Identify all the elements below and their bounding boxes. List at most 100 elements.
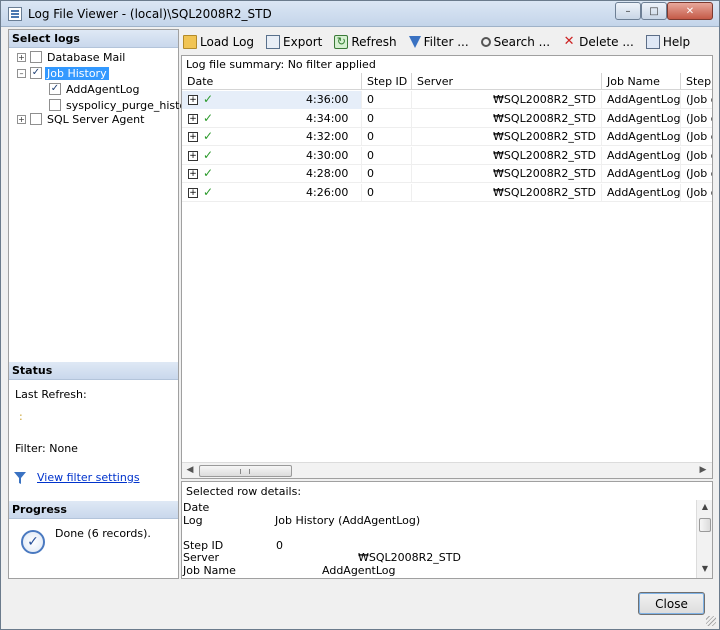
- table-row[interactable]: + ✓ 4:36:00 0 ₩SQL2008R2_STD AddAgentLog (Job …: [182, 91, 712, 109]
- job-name-cell: AddAgentLog: [602, 109, 681, 128]
- date-cell: + ✓ 4:34:00: [182, 109, 362, 128]
- tree-item-sql-server-agent[interactable]: + SQL Server Agent: [17, 111, 146, 127]
- step-cell: (Job o: [681, 147, 712, 165]
- expand-icon[interactable]: +: [17, 52, 26, 62]
- step-id-cell: 0: [362, 91, 412, 109]
- refresh-button[interactable]: ↻ Refresh: [332, 34, 398, 50]
- sql-server-agent-checkbox[interactable]: [30, 113, 42, 125]
- close-button[interactable]: Close: [638, 592, 705, 615]
- tree-item-job-history[interactable]: – ✓ Job History: [17, 65, 109, 81]
- tree-item-label: AddAgentLog: [66, 82, 140, 96]
- scroll-right-icon[interactable]: ▶: [696, 465, 710, 477]
- minimize-icon: –: [625, 5, 631, 17]
- help-icon: [645, 35, 660, 49]
- refresh-icon: ↻: [334, 35, 349, 49]
- step-id-cell: 0: [362, 128, 412, 146]
- horizontal-scrollbar[interactable]: ◀ ▶: [182, 462, 712, 478]
- scroll-down-icon[interactable]: ▼: [699, 564, 711, 576]
- close-icon: ✕: [685, 5, 695, 17]
- row-time: 4:34:00: [306, 111, 349, 125]
- load-log-button[interactable]: Load Log: [181, 34, 256, 50]
- resize-grip[interactable]: [706, 616, 716, 626]
- vertical-scroll-thumb[interactable]: [699, 518, 711, 532]
- row-expand-icon[interactable]: +: [188, 169, 198, 179]
- progress-header: Progress: [9, 501, 178, 519]
- row-expand-icon[interactable]: +: [188, 187, 198, 198]
- view-filter-settings-link[interactable]: View filter settings: [37, 471, 140, 484]
- step-id-cell: 0: [362, 146, 412, 165]
- step-id-cell: 0: [362, 183, 412, 202]
- title-bar[interactable]: Log File Viewer - (local)\SQL2008R2_STD …: [1, 1, 719, 27]
- last-refresh-value: :: [19, 410, 23, 423]
- row-expand-icon[interactable]: +: [188, 150, 198, 161]
- filter-button[interactable]: Filter ...: [407, 34, 471, 50]
- success-check-icon: ✓: [203, 184, 214, 199]
- table-row[interactable]: + ✓ 4:28:00 0 ₩SQL2008R2_STD AddAgentLog (Job …: [182, 165, 712, 183]
- delete-button[interactable]: ✕ Delete ...: [560, 34, 636, 50]
- load-log-label: Load Log: [200, 35, 255, 49]
- search-button[interactable]: Search ...: [479, 34, 552, 50]
- success-check-icon: ✓: [203, 147, 214, 162]
- table-row[interactable]: + ✓ 4:26:00 0 ₩SQL2008R2_STD AddAgentLog (Job …: [182, 183, 712, 202]
- row-time: 4:28:00: [306, 167, 349, 180]
- details-server-label: Server: [183, 551, 220, 564]
- row-expand-icon[interactable]: +: [188, 95, 198, 105]
- date-cell: + ✓ 4:32:00: [182, 128, 362, 146]
- export-button[interactable]: Export: [264, 34, 324, 50]
- window-title: Log File Viewer - (local)\SQL2008R2_STD: [28, 7, 272, 21]
- tree-item-addagentlog[interactable]: ✓ AddAgentLog: [49, 81, 142, 97]
- syspolicy-purge-history-checkbox[interactable]: [49, 99, 61, 111]
- table-row[interactable]: + ✓ 4:32:00 0 ₩SQL2008R2_STD AddAgentLog (Job …: [182, 128, 712, 146]
- job-name-cell: AddAgentLog: [602, 91, 681, 109]
- job-name-cell: AddAgentLog: [602, 183, 681, 202]
- done-check-icon: ✓: [21, 530, 45, 554]
- details-step-id-value: 0: [276, 539, 283, 552]
- column-header-step[interactable]: Step: [681, 73, 712, 90]
- job-history-checkbox[interactable]: ✓: [30, 67, 42, 79]
- last-refresh-label: Last Refresh:: [15, 388, 87, 401]
- date-cell: + ✓ 4:30:00: [182, 146, 362, 165]
- success-check-icon: ✓: [203, 166, 214, 180]
- minimize-button[interactable]: –: [615, 2, 641, 20]
- details-vertical-scrollbar[interactable]: ▲ ▼: [696, 500, 712, 578]
- column-header-date[interactable]: Date: [182, 73, 362, 90]
- tree-item-label: SQL Server Agent: [47, 112, 145, 126]
- details-log-value: Job History (AddAgentLog): [275, 514, 421, 527]
- success-check-icon: ✓: [203, 92, 214, 106]
- tree-item-label: Job History: [45, 66, 109, 80]
- step-id-cell: 0: [362, 165, 412, 183]
- tree-item-database-mail[interactable]: + Database Mail: [17, 49, 127, 65]
- table-row[interactable]: + ✓ 4:30:00 0 ₩SQL2008R2_STD AddAgentLog (Job …: [182, 146, 712, 165]
- progress-text: Done (6 records).: [55, 527, 151, 540]
- window-close-button[interactable]: ✕: [667, 2, 713, 20]
- column-header-step-id[interactable]: Step ID: [362, 73, 412, 90]
- job-name-cell: AddAgentLog: [602, 165, 681, 183]
- row-time: 4:30:00: [306, 148, 349, 162]
- export-label: Export: [283, 35, 323, 49]
- addagentlog-checkbox[interactable]: ✓: [49, 83, 61, 95]
- collapse-icon[interactable]: –: [17, 68, 26, 78]
- toolbar: Load Log Export ↻ Refresh Filter ... Sea…: [181, 31, 713, 53]
- scroll-up-icon[interactable]: ▲: [699, 502, 711, 514]
- scroll-left-icon[interactable]: ◀: [183, 465, 197, 477]
- left-pane: Select logs + Database Mail – ✓ Job Hist…: [8, 29, 197, 579]
- maximize-button[interactable]: □: [641, 2, 667, 20]
- select-logs-header: Select logs: [9, 30, 178, 48]
- details-title: Selected row details:: [186, 485, 302, 498]
- folder-icon: [183, 35, 197, 49]
- server-cell: ₩SQL2008R2_STD: [412, 128, 602, 146]
- server-cell: ₩SQL2008R2_STD: [412, 146, 602, 165]
- row-expand-icon[interactable]: +: [188, 132, 198, 142]
- row-expand-icon[interactable]: +: [188, 113, 198, 124]
- horizontal-scroll-thumb[interactable]: [199, 465, 292, 477]
- table-row[interactable]: + ✓ 4:34:00 0 ₩SQL2008R2_STD AddAgentLog (Job …: [182, 109, 712, 128]
- column-header-server[interactable]: Server: [412, 73, 602, 90]
- filter-icon: [14, 472, 26, 484]
- column-header-job-name[interactable]: Job Name: [602, 73, 681, 90]
- database-mail-checkbox[interactable]: [30, 51, 42, 63]
- help-button[interactable]: Help: [644, 34, 692, 50]
- job-name-cell: AddAgentLog: [602, 146, 681, 165]
- details-log-label: Log: [183, 514, 203, 527]
- tree-item-label: Database Mail: [47, 50, 126, 64]
- expand-icon[interactable]: +: [17, 114, 26, 124]
